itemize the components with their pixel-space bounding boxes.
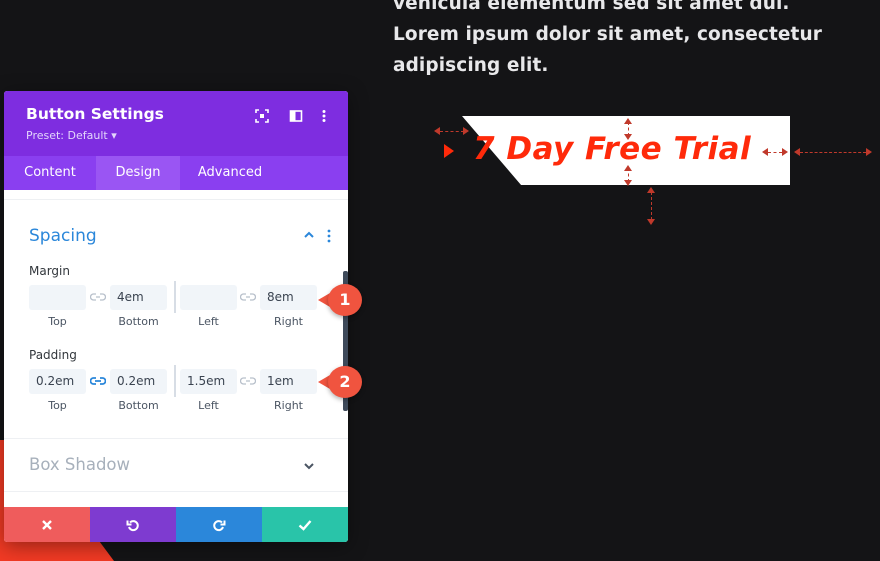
chevron-up-icon[interactable] bbox=[302, 228, 316, 242]
margin-bottom-label: Bottom bbox=[118, 315, 159, 328]
padding-link-active-icon[interactable] bbox=[90, 376, 106, 386]
preset-dropdown[interactable]: Preset: Default ▾ bbox=[26, 129, 117, 142]
margin-right-label: Right bbox=[274, 315, 303, 328]
section-divider bbox=[4, 199, 348, 200]
padding-right-input[interactable]: 1em bbox=[260, 369, 317, 394]
margin-divider bbox=[174, 281, 176, 313]
padding-bottom-label: Bottom bbox=[118, 399, 159, 412]
panel-title: Button Settings bbox=[26, 105, 164, 123]
chevron-down-icon[interactable] bbox=[302, 459, 316, 473]
tab-advanced[interactable]: Advanced bbox=[180, 156, 280, 190]
badge-number: 2 bbox=[328, 366, 362, 398]
save-button[interactable] bbox=[262, 507, 348, 542]
padding-left-label: Left bbox=[198, 399, 219, 412]
background-paragraph: vehicula elementum sed sit amet dui. Lor… bbox=[393, 0, 853, 81]
section-more-icon[interactable] bbox=[324, 228, 334, 244]
padding-left-input[interactable]: 1.5em bbox=[180, 369, 237, 394]
play-marker-icon bbox=[444, 144, 454, 158]
callout-badge-2: 2 bbox=[318, 366, 366, 398]
close-icon bbox=[42, 519, 52, 530]
margin-left-input[interactable] bbox=[180, 285, 237, 310]
paragraph-line-2: Lorem ipsum dolor sit amet, consectetur bbox=[393, 24, 822, 45]
focus-icon[interactable] bbox=[254, 108, 270, 124]
panel-header: Button Settings Preset: Default ▾ bbox=[4, 91, 348, 156]
padding-divider bbox=[174, 365, 176, 397]
badge-number: 1 bbox=[328, 284, 362, 316]
margin-label: Margin bbox=[29, 264, 70, 278]
cancel-button[interactable] bbox=[4, 507, 90, 542]
undo-button[interactable] bbox=[90, 507, 176, 542]
split-view-icon[interactable] bbox=[288, 108, 304, 124]
more-vert-icon[interactable] bbox=[316, 108, 332, 124]
padding-right-label: Right bbox=[274, 399, 303, 412]
settings-tabs: Content Design Advanced bbox=[4, 156, 348, 190]
trial-button-label[interactable]: 7 Day Free Trial bbox=[473, 131, 751, 167]
paragraph-line-1: vehicula elementum sed sit amet dui. bbox=[393, 0, 790, 14]
margin-link-lr-icon[interactable] bbox=[240, 292, 256, 302]
box-shadow-divider-top bbox=[4, 438, 348, 439]
checkmark-icon bbox=[298, 519, 312, 531]
callout-badge-1: 1 bbox=[318, 284, 366, 316]
padding-label: Padding bbox=[29, 348, 77, 362]
undo-icon bbox=[126, 519, 139, 531]
padding-bottom-input[interactable]: 0.2em bbox=[110, 369, 167, 394]
tab-design[interactable]: Design bbox=[96, 156, 180, 190]
margin-link-icon[interactable] bbox=[90, 292, 106, 302]
paragraph-line-3: adipiscing elit. bbox=[393, 55, 549, 76]
box-shadow-section-title[interactable]: Box Shadow bbox=[29, 455, 130, 474]
spacing-section-title[interactable]: Spacing bbox=[29, 226, 97, 246]
margin-left-label: Left bbox=[198, 315, 219, 328]
margin-right-input[interactable]: 8em bbox=[260, 285, 317, 310]
button-settings-panel: Button Settings Preset: Default ▾ Conten… bbox=[4, 91, 348, 542]
padding-top-label: Top bbox=[48, 399, 67, 412]
margin-top-input[interactable] bbox=[29, 285, 86, 310]
margin-bottom-input[interactable]: 4em bbox=[110, 285, 167, 310]
box-shadow-divider-bottom bbox=[4, 491, 348, 492]
padding-link-lr-icon[interactable] bbox=[240, 376, 256, 386]
padding-top-input[interactable]: 0.2em bbox=[29, 369, 86, 394]
tab-content[interactable]: Content bbox=[4, 156, 96, 190]
margin-top-label: Top bbox=[48, 315, 67, 328]
redo-button[interactable] bbox=[176, 507, 262, 542]
redo-icon bbox=[213, 519, 226, 531]
